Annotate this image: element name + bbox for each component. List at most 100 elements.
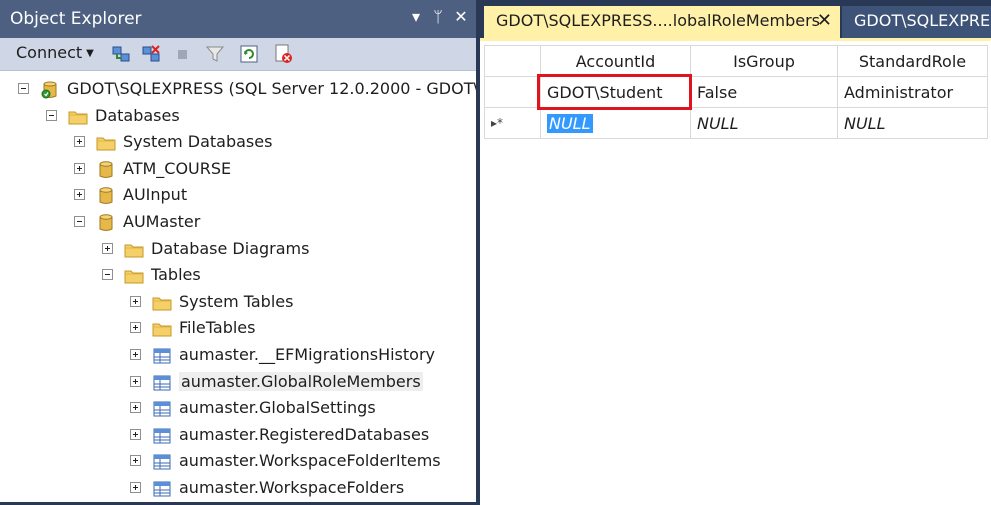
expand-toggle-icon[interactable]	[130, 322, 141, 334]
tree-node[interactable]: aumaster.RegisteredDatabases	[0, 423, 476, 449]
tree-node[interactable]: AUMaster	[0, 210, 476, 236]
database-icon	[96, 213, 116, 233]
table-icon	[152, 346, 172, 366]
object-explorer-tree: GDOT\SQLEXPRESS (SQL Server 12.0.2000 - …	[0, 71, 476, 502]
close-panel-icon[interactable]: ✕	[451, 6, 471, 28]
table-icon	[152, 452, 172, 472]
tree-node-label: System Databases	[123, 132, 273, 152]
auto-hide-pin-icon[interactable]: ᛘ	[428, 6, 448, 28]
tree-node[interactable]: aumaster.__EFMigrationsHistory	[0, 343, 476, 369]
tree-node-label: AUInput	[123, 185, 188, 205]
object-explorer-toolbar: Connect ▼	[0, 38, 476, 71]
tree-node[interactable]: aumaster.WorkspaceFolders	[0, 476, 476, 502]
filter-icon[interactable]	[204, 43, 226, 65]
tree-node[interactable]: Tables	[0, 263, 476, 289]
cell-isgroup[interactable]: False	[690, 76, 838, 108]
connect-dropdown-button[interactable]: Connect ▼	[16, 43, 94, 62]
cell-isgroup-new[interactable]: NULL	[690, 107, 838, 139]
new-table-row[interactable]: ▸* NULL NULL NULL	[484, 107, 988, 139]
refresh-icon[interactable]	[238, 43, 260, 65]
folder-icon	[96, 133, 116, 153]
stop-icon[interactable]	[172, 43, 194, 65]
folder-icon	[68, 107, 88, 127]
expand-toggle-icon[interactable]	[130, 482, 141, 493]
tree-node-label: aumaster.__EFMigrationsHistory	[179, 345, 435, 364]
cell-accountid-new[interactable]: NULL	[540, 107, 691, 139]
tree-node-label: System Tables	[179, 291, 294, 311]
tree-node-label: FileTables	[179, 318, 256, 338]
window-position-dropdown-icon[interactable]: ▾	[406, 6, 426, 28]
document-tab-strip: GDOT\SQLEXPRESS....lobalRoleMembers ✕ GD…	[476, 0, 991, 38]
tree-node[interactable]: aumaster.WorkspaceFolderItems	[0, 449, 476, 475]
collapse-toggle-icon[interactable]	[18, 83, 29, 94]
column-header-accountid[interactable]: AccountId	[540, 45, 691, 77]
expand-toggle-icon[interactable]	[102, 242, 113, 254]
tab-label: GDOT\SQLEXPRESS	[854, 11, 991, 30]
expand-toggle-icon[interactable]	[74, 189, 85, 201]
close-tab-icon[interactable]: ✕	[817, 6, 832, 36]
object-explorer-title-bar: Object Explorer ▾ ᛘ ✕	[0, 0, 476, 38]
tree-node[interactable]: Databases	[0, 104, 476, 130]
tree-node-label: Tables	[151, 265, 201, 285]
connect-object-explorer-icon[interactable]	[110, 43, 132, 65]
expand-toggle-icon[interactable]	[130, 402, 141, 414]
tree-node[interactable]: AUInput	[0, 183, 476, 209]
tree-node[interactable]: aumaster.GlobalRoleMembers	[0, 370, 476, 396]
results-grid-area: AccountId IsGroup StandardRole GDOT\Stud…	[480, 38, 991, 505]
disconnect-icon[interactable]	[140, 43, 162, 65]
database-icon	[96, 160, 116, 180]
connect-label: Connect	[16, 43, 83, 62]
tree-node[interactable]: System Databases	[0, 130, 476, 156]
database-icon	[96, 186, 116, 206]
tree-node-label: GDOT\SQLEXPRESS (SQL Server 12.0.2000 - …	[67, 79, 476, 98]
collapse-toggle-icon[interactable]	[102, 269, 113, 281]
server-icon	[40, 80, 60, 100]
expand-toggle-icon[interactable]	[130, 349, 141, 360]
table-icon	[152, 373, 172, 393]
folder-icon	[124, 266, 144, 286]
tree-node-label: Database Diagrams	[151, 238, 310, 258]
tree-node-label: aumaster.GlobalSettings	[179, 398, 376, 418]
panel-title: Object Explorer	[10, 9, 142, 29]
new-row-selector[interactable]: ▸*	[484, 107, 541, 139]
expand-toggle-icon[interactable]	[74, 162, 85, 174]
row-selector-header[interactable]	[484, 45, 541, 77]
folder-icon	[124, 240, 144, 260]
folder-icon	[152, 319, 172, 339]
column-header-standardrole[interactable]: StandardRole	[837, 45, 988, 77]
document-area: GDOT\SQLEXPRESS....lobalRoleMembers ✕ GD…	[476, 0, 991, 505]
tree-node-label: aumaster.WorkspaceFolders	[179, 478, 405, 497]
tree-node[interactable]: GDOT\SQLEXPRESS (SQL Server 12.0.2000 - …	[0, 77, 476, 103]
tree-node-label: Databases	[95, 105, 180, 125]
tree-node[interactable]: Database Diagrams	[0, 237, 476, 263]
table-icon	[152, 399, 172, 419]
table-icon	[152, 426, 172, 446]
tree-node-label: aumaster.RegisteredDatabases	[179, 424, 430, 444]
collapse-toggle-icon[interactable]	[74, 216, 85, 227]
tree-node-label: aumaster.WorkspaceFolderItems	[179, 451, 441, 471]
selected-null-value[interactable]: NULL	[547, 113, 593, 133]
tab-global-role-members[interactable]: GDOT\SQLEXPRESS....lobalRoleMembers ✕	[484, 6, 840, 38]
cell-standardrole-new[interactable]: NULL	[837, 107, 988, 139]
row-selector[interactable]	[484, 76, 541, 108]
tree-node[interactable]: System Tables	[0, 290, 476, 316]
tree-node[interactable]: ATM_COURSE	[0, 157, 476, 183]
expand-toggle-icon[interactable]	[74, 136, 85, 148]
red-highlight-box	[537, 74, 692, 110]
column-header-isgroup[interactable]: IsGroup	[690, 45, 838, 77]
grid-header-row: AccountId IsGroup StandardRole	[484, 45, 988, 77]
expand-toggle-icon[interactable]	[130, 375, 141, 387]
expand-toggle-icon[interactable]	[130, 428, 141, 440]
tree-node-label: aumaster.GlobalRoleMembers	[179, 371, 423, 391]
activity-monitor-icon[interactable]	[272, 43, 294, 65]
object-explorer-panel: Object Explorer ▾ ᛘ ✕ Connect ▼ GDOT\SQL…	[0, 0, 476, 502]
tree-node[interactable]: FileTables	[0, 316, 476, 342]
table-icon	[152, 479, 172, 499]
tab-sqlexpress[interactable]: GDOT\SQLEXPRESS	[842, 6, 991, 38]
folder-icon	[152, 293, 172, 313]
collapse-toggle-icon[interactable]	[46, 109, 57, 121]
cell-standardrole[interactable]: Administrator	[837, 76, 988, 108]
expand-toggle-icon[interactable]	[130, 455, 141, 467]
expand-toggle-icon[interactable]	[130, 295, 141, 307]
tree-node[interactable]: aumaster.GlobalSettings	[0, 396, 476, 422]
